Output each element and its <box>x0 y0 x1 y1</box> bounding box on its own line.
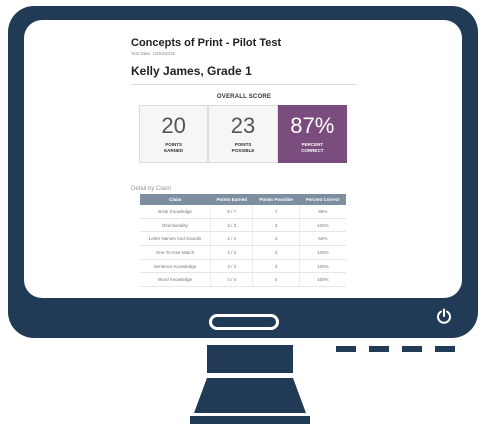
stand-base <box>194 378 306 413</box>
monitor-stand <box>190 378 310 424</box>
stand-foot <box>190 416 310 424</box>
